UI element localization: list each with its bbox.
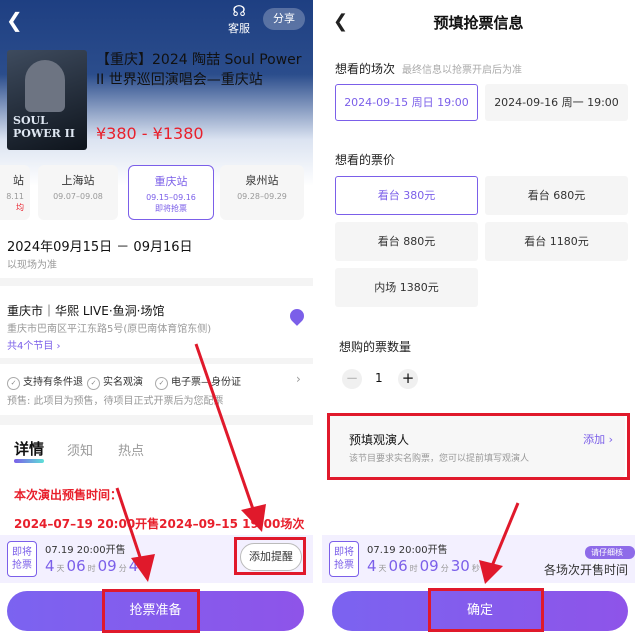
tab-hot[interactable]: 热点 bbox=[118, 440, 144, 459]
add-reminder-button[interactable]: 添加提醒 bbox=[240, 543, 302, 571]
chevron-right-icon[interactable]: › bbox=[296, 372, 301, 386]
feature-refund: 支持有条件退 bbox=[7, 373, 83, 390]
session-option[interactable]: 2024-09-16 周一 19:00 bbox=[485, 84, 628, 121]
price-option[interactable]: 看台 680元 bbox=[485, 176, 628, 215]
event-detail-screen: ❮ ☊ 客服 分享 SOUL POWER II 【重庆】2024 陶喆 Soul… bbox=[0, 0, 313, 642]
confirm-button[interactable]: 确定 bbox=[332, 591, 628, 631]
open-time: 07.19 20:00开售 bbox=[45, 545, 126, 556]
audience-title: 预填观演人 bbox=[349, 433, 410, 447]
customer-service-label: 客服 bbox=[228, 22, 250, 35]
feature-eticket: 电子票—身份证 bbox=[155, 373, 241, 390]
plus-button[interactable]: + bbox=[398, 369, 418, 389]
quantity-value: 1 bbox=[375, 371, 383, 385]
price-option[interactable]: 内场 1380元 bbox=[335, 268, 478, 307]
prefill-audience-row[interactable]: 预填观演人 该节目要求实名购票，您可以提前填写观演人 添加 › bbox=[329, 415, 625, 477]
countdown-bar: 即将抢票 07.19 20:00开售 4 天 06 时 09 分 30 秒 请仔细核对 各场次… bbox=[322, 535, 635, 583]
prefill-screen: ❮ 预填抢票信息 想看的场次 最终信息以抢票开启后为准 2024-09-15 周日… bbox=[322, 0, 635, 642]
open-time: 07.19 20:00开售 bbox=[367, 545, 448, 556]
divider bbox=[0, 278, 313, 286]
station-item-shanghai[interactable]: 上海站 09.07–09.08 bbox=[38, 165, 118, 220]
station-item[interactable]: 站 8.11 均 bbox=[0, 165, 30, 220]
station-list: 站 8.11 均 上海站 09.07–09.08 重庆站 09.15–09.16… bbox=[0, 165, 313, 220]
event-title: 【重庆】2024 陶喆 Soul Power II 世界巡回演唱会—重庆站 bbox=[96, 52, 302, 88]
price-option[interactable]: 看台 880元 bbox=[335, 222, 478, 261]
presale-note: 预售: 此项目为预售，待项目正式开票后为您配票 bbox=[7, 396, 224, 407]
event-date-range: 2024年09月15日 － 09月16日 bbox=[7, 240, 193, 255]
audience-desc: 该节目要求实名购票，您可以提前填写观演人 bbox=[349, 454, 530, 464]
date-note: 以现场为准 bbox=[7, 260, 57, 271]
session-option[interactable]: 2024-09-15 周日 19:00 bbox=[335, 84, 478, 121]
countdown-timer: 4 天 06 时 09 分 30 秒 bbox=[367, 557, 480, 575]
divider bbox=[0, 415, 313, 425]
feature-realname: 实名观演 bbox=[87, 373, 143, 390]
tab-details[interactable]: 详情 bbox=[14, 438, 45, 463]
presale-time-line: 2024–07–19 20:00开售2024–09–15 19:00场次 bbox=[14, 517, 305, 531]
venue-address: 重庆市巴南区平江东路5号(原巴南体育馆东侧) bbox=[7, 324, 212, 335]
all-sessions-time-link[interactable]: 各场次开售时间 bbox=[544, 561, 628, 578]
quantity-stepper: − 1 + bbox=[342, 369, 422, 393]
qty-section-title: 想购的票数量 bbox=[339, 340, 412, 354]
artist-figure bbox=[25, 60, 65, 112]
detail-tabs: 详情 须知 热点 bbox=[0, 438, 313, 468]
presale-time-title: 本次演出预售时间： bbox=[14, 488, 123, 502]
add-audience-button[interactable]: 添加 › bbox=[583, 431, 613, 447]
poster-text: SOUL POWER II bbox=[13, 114, 75, 140]
coming-soon-badge: 即将抢票 bbox=[7, 541, 37, 577]
customer-service-button[interactable]: ☊ 客服 bbox=[226, 3, 252, 36]
tab-notice[interactable]: 须知 bbox=[67, 440, 93, 459]
verify-tag: 请仔细核对 bbox=[585, 546, 635, 570]
programs-link[interactable]: 共4个节目 › bbox=[7, 337, 61, 352]
minus-button[interactable]: − bbox=[342, 369, 362, 389]
station-item-chongqing[interactable]: 重庆站 09.15–09.16 即将抢票 bbox=[128, 165, 214, 220]
session-section-title: 想看的场次 最终信息以抢票开启后为准 bbox=[335, 62, 523, 76]
map-pin-icon[interactable] bbox=[287, 306, 307, 326]
price-section-title: 想看的票价 bbox=[335, 153, 396, 167]
venue-name: 重庆市｜华熙 LIVE·鱼洞·场馆 bbox=[7, 304, 165, 318]
headset-icon: ☊ bbox=[232, 2, 246, 20]
ticket-prep-button[interactable]: 抢票准备 bbox=[7, 591, 304, 631]
event-price: ¥380 - ¥1380 bbox=[96, 124, 204, 143]
panel-gap bbox=[313, 0, 322, 642]
price-option[interactable]: 看台 380元 bbox=[335, 176, 478, 215]
back-arrow-icon[interactable]: ❮ bbox=[6, 8, 23, 32]
page-title: 预填抢票信息 bbox=[433, 14, 524, 32]
divider bbox=[0, 358, 313, 364]
coming-soon-badge: 即将抢票 bbox=[329, 541, 359, 577]
price-option[interactable]: 看台 1180元 bbox=[485, 222, 628, 261]
station-item-quanzhou[interactable]: 泉州站 09.28–09.29 bbox=[220, 165, 304, 220]
share-button[interactable]: 分享 bbox=[263, 8, 305, 30]
event-poster: SOUL POWER II bbox=[7, 50, 87, 150]
countdown-timer: 4 天 06 时 09 分 4 bbox=[45, 557, 139, 575]
